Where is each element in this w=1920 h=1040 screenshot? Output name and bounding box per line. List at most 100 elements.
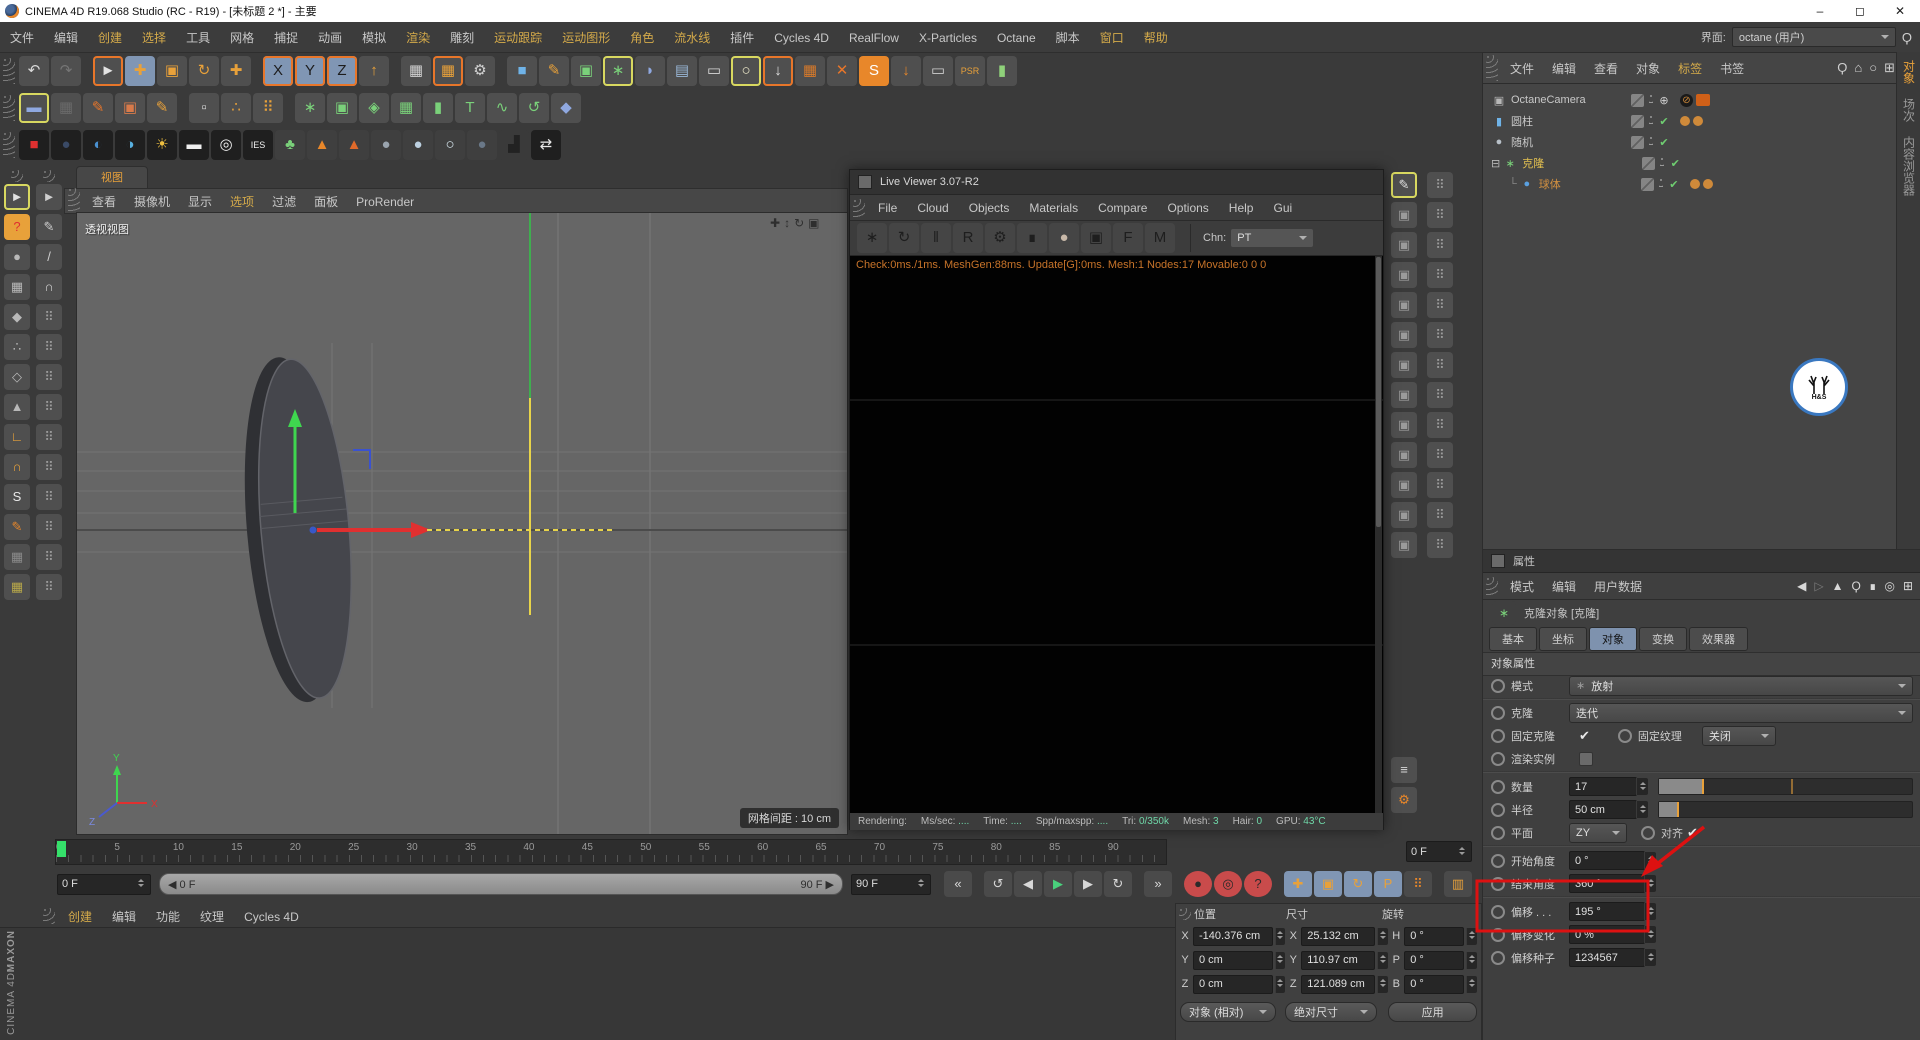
anim-dot[interactable] [1491, 802, 1505, 817]
radius-slider[interactable] [1658, 801, 1913, 818]
palette-grid-icon[interactable]: ⠿ [1427, 292, 1453, 318]
material-manager-area[interactable] [0, 927, 1175, 1040]
menu-item-书签[interactable]: 书签 [1711, 62, 1753, 76]
workplane-icon[interactable]: ▬ [19, 92, 49, 123]
menu-item-文件[interactable]: 文件 [1501, 62, 1543, 76]
viewport-canvas[interactable]: Y X Z 透视视图 网格间距 : 10 cm [76, 212, 848, 835]
tab-coordinates[interactable]: 坐标 [1539, 627, 1587, 651]
visibility-dots[interactable] [1658, 178, 1663, 190]
start-angle-field[interactable]: 0 ° [1569, 851, 1645, 870]
palette-grid-icon[interactable]: ⠿ [1427, 202, 1453, 228]
visibility-dots[interactable] [1649, 136, 1653, 148]
scatter-tree-icon[interactable]: ♣ [275, 129, 305, 160]
s-snap-icon[interactable]: S [4, 484, 30, 510]
viewport-menu-handle[interactable] [68, 188, 80, 214]
palette-grid-icon[interactable]: ⠿ [36, 394, 62, 420]
menu-item-面板[interactable]: 面板 [305, 195, 347, 209]
om-menu-handle[interactable] [1486, 55, 1498, 81]
palette-grid-icon[interactable]: ⠿ [36, 484, 62, 510]
palette-grid-icon[interactable]: ⠿ [1427, 442, 1453, 468]
menu-item-脚本[interactable]: 脚本 [1046, 31, 1090, 45]
cloner-generator-icon[interactable]: ∗ [603, 55, 633, 86]
menu-item-选项[interactable]: 选项 [221, 195, 263, 209]
object-name[interactable]: 圆柱 [1511, 113, 1629, 129]
channel-dropdown[interactable]: PT [1231, 229, 1314, 247]
align-checkbox[interactable]: ✔ [1687, 825, 1698, 841]
object-name[interactable]: 随机 [1511, 134, 1629, 150]
menu-item-功能[interactable]: 功能 [146, 910, 190, 924]
spline-points-icon[interactable]: ∴ [221, 92, 251, 123]
start-angle-stepper[interactable] [1644, 852, 1656, 869]
goto-start-icon[interactable]: « [944, 871, 972, 897]
zoom-view-icon[interactable]: ↕ [784, 216, 790, 230]
magnet-tool-icon[interactable]: ∩ [36, 274, 62, 300]
tab-effectors[interactable]: 效果器 [1689, 627, 1748, 651]
spline-wrap-icon[interactable]: ∿ [487, 92, 517, 123]
anim-dot[interactable] [1491, 705, 1505, 720]
object-name[interactable]: 球体 [1539, 176, 1639, 192]
menu-item-创建[interactable]: 创建 [88, 31, 132, 45]
pointer-tool-icon[interactable]: ► [36, 184, 62, 210]
add-panel-icon[interactable]: ⊞ [1903, 579, 1913, 593]
menu-item-标签[interactable]: 标签 [1669, 62, 1711, 76]
key-workplane-icon[interactable]: ▦ [4, 574, 30, 600]
modeling-icon[interactable]: ▣ [1391, 232, 1417, 258]
palette-grid-icon[interactable]: ⠿ [1427, 322, 1453, 348]
palette-grid-icon[interactable]: ⠿ [1427, 412, 1453, 438]
octane-arealight-icon[interactable]: ▬ [179, 129, 209, 160]
swap-icon[interactable]: ⇄ [531, 129, 561, 160]
current-frame-field[interactable]: 0 F [57, 873, 151, 895]
menu-item-Options[interactable]: Options [1157, 201, 1218, 215]
knife-tool-icon[interactable]: / [36, 244, 62, 270]
menu-item-X-Particles[interactable]: X-Particles [909, 31, 987, 45]
side-tab-场次[interactable]: 场次 [1901, 98, 1918, 122]
menu-item-Cycles 4D[interactable]: Cycles 4D [764, 31, 839, 45]
octane-render-icon[interactable]: ■ [19, 129, 49, 160]
current-frame-marker[interactable] [57, 841, 66, 857]
fix-texture-dropdown[interactable]: 关闭 [1701, 725, 1776, 746]
axis-z-lock-icon[interactable]: Z [327, 55, 357, 86]
menu-item-查看[interactable]: 查看 [83, 195, 125, 209]
anim-dot[interactable] [1491, 950, 1505, 965]
radius-field[interactable]: 50 cm [1569, 800, 1637, 819]
picture-viewer-icon[interactable]: ▭ [923, 55, 953, 86]
toggle-view-icon[interactable]: ▣ [808, 216, 819, 230]
material-tag-icon[interactable] [1689, 179, 1700, 189]
offset-stepper[interactable] [1644, 903, 1656, 920]
up-icon[interactable]: ▲ [1832, 579, 1844, 593]
autokey-icon[interactable]: ◎ [1214, 871, 1242, 897]
toolbar-handle[interactable] [3, 131, 15, 158]
palette-grid-icon[interactable]: ⠿ [1427, 382, 1453, 408]
axis-mode-icon[interactable]: ∟ [4, 424, 30, 450]
lock-resolution-icon[interactable]: ∎ [1017, 223, 1047, 253]
menu-item-插件[interactable]: 插件 [720, 31, 764, 45]
side-tab-内容浏览器[interactable]: 内容浏览器 [1901, 136, 1918, 196]
lv-scrollbar[interactable] [1375, 256, 1382, 813]
maximize-button[interactable]: ◻ [1840, 4, 1880, 18]
menu-item-摄像机[interactable]: 摄像机 [125, 195, 179, 209]
visibility-dots[interactable] [1649, 94, 1653, 106]
count-slider[interactable] [1658, 778, 1913, 795]
mode-dropdown[interactable]: ∗ 放射 [1569, 675, 1913, 696]
render-ball-icon[interactable]: ● [1049, 223, 1079, 253]
paint-setup-icon[interactable]: ✎ [4, 514, 30, 540]
cubes-icon[interactable]: ▣ [327, 92, 357, 123]
edit-pen-icon[interactable]: ✎ [1391, 172, 1417, 198]
material-ball-clear-icon[interactable]: ○ [435, 129, 465, 160]
polygons-mode-icon[interactable]: ▲ [4, 394, 30, 420]
octane-deer-logo[interactable]: H&S [1790, 358, 1848, 416]
material-handle[interactable] [43, 908, 55, 924]
object-row-克隆[interactable]: ⊟ ∗ 克隆 ✔ [1483, 153, 1897, 173]
protection-tag-icon[interactable]: ⊘ [1680, 93, 1693, 107]
attr-menu-handle[interactable] [1486, 577, 1498, 595]
coords-handle[interactable] [1179, 908, 1191, 920]
render-view-icon[interactable]: ▦ [401, 55, 431, 86]
material-tag-icon[interactable] [1680, 116, 1690, 126]
size-y-field[interactable]: 110.97 cm [1301, 950, 1376, 970]
snap-icon[interactable]: ∩ [4, 454, 30, 480]
primitive-cube-icon[interactable]: ■ [507, 55, 537, 86]
modeling-icon[interactable]: ▣ [1391, 472, 1417, 498]
size-x-field[interactable]: 25.132 cm [1301, 926, 1376, 946]
palette-grid-icon[interactable]: ⠿ [36, 304, 62, 330]
position-z-field[interactable]: 0 cm [1193, 974, 1273, 994]
